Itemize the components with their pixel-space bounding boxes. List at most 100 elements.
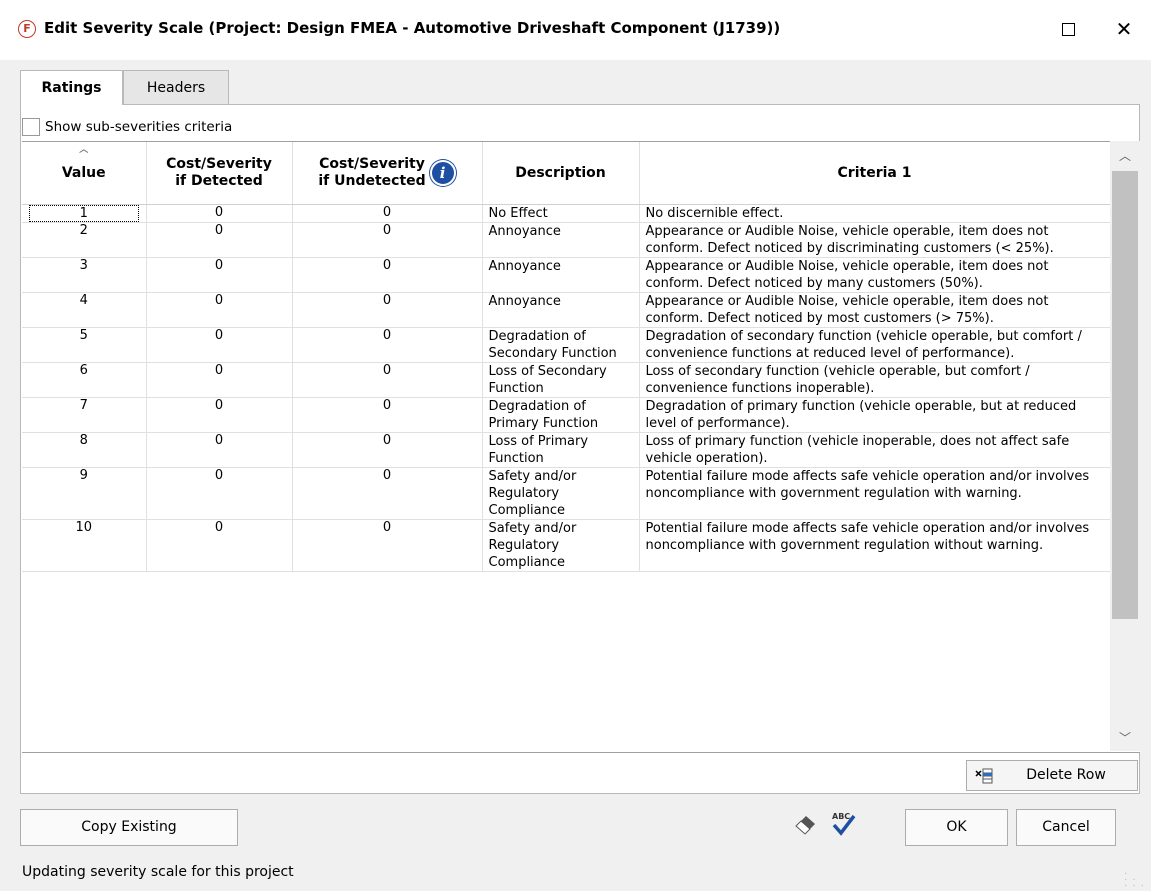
cell-criteria[interactable]: Loss of primary function (vehicle inoper… [639, 432, 1111, 468]
cell-cost-undetected[interactable]: 0 [292, 222, 483, 258]
cell-value[interactable]: 6 [22, 362, 147, 398]
cell-description[interactable]: No Effect [482, 204, 640, 223]
cell-cost-undetected[interactable]: 0 [292, 519, 483, 572]
tab-ratings[interactable]: Ratings [20, 70, 123, 105]
cost-undetected-label-line1: Cost/Severity [319, 156, 425, 172]
show-subseverities-checkbox[interactable] [22, 118, 40, 136]
table-row[interactable]: 2 0 0 Annoyance Appearance or Audible Noise,… [22, 222, 1111, 258]
cell-value[interactable]: 2 [22, 222, 147, 258]
cell-criteria[interactable]: Loss of secondary function (vehicle oper… [639, 362, 1111, 398]
column-header-cost-undetected[interactable]: Cost/Severity if Undetected i [292, 142, 483, 205]
cell-description[interactable]: Degradation of Primary Function [482, 397, 640, 433]
show-subseverities-option[interactable]: Show sub-severities criteria [22, 115, 232, 139]
cell-criteria[interactable]: Degradation of secondary function (vehic… [639, 327, 1111, 363]
cell-cost-undetected[interactable]: 0 [292, 257, 483, 293]
cost-undetected-label-line2: if Undetected [318, 173, 426, 189]
cell-value[interactable]: 10 [22, 519, 147, 572]
cell-value[interactable]: 5 [22, 327, 147, 363]
cell-cost-detected[interactable]: 0 [146, 222, 293, 258]
table-row[interactable]: 4 0 0 Annoyance Appearance or Audible Noise,… [22, 292, 1111, 328]
severity-table: ︿ Value Cost/Severity if Detected Cost/S… [22, 142, 1111, 572]
severity-table-body: 1 0 0 No Effect No discernible effect. 2 0 0 Ann… [22, 204, 1111, 572]
cell-description[interactable]: Annoyance [482, 222, 640, 258]
table-row[interactable]: 7 0 0 Degradation of Primary Function Degrad… [22, 397, 1111, 433]
cell-cost-undetected[interactable]: 0 [292, 362, 483, 398]
column-header-value[interactable]: ︿ Value [22, 142, 147, 205]
table-row[interactable]: 9 0 0 Safety and/or Regulatory Compliance Po… [22, 467, 1111, 520]
table-row[interactable]: 8 0 0 Loss of Primary Function Loss of prima… [22, 432, 1111, 468]
column-header-criteria[interactable]: Criteria 1 [639, 142, 1111, 205]
delete-row-icon [975, 768, 993, 784]
cell-description[interactable]: Annoyance [482, 257, 640, 293]
maximize-icon [1061, 22, 1075, 36]
table-row[interactable]: 3 0 0 Annoyance Appearance or Audible Noise,… [22, 257, 1111, 293]
cell-cost-detected[interactable]: 0 [146, 362, 293, 398]
cell-cost-detected[interactable]: 0 [146, 467, 293, 520]
status-text: Updating severity scale for this project [22, 864, 294, 880]
cell-description[interactable]: Safety and/or Regulatory Compliance [482, 519, 640, 572]
cell-value[interactable]: 4 [22, 292, 147, 328]
cell-cost-detected[interactable]: 0 [146, 519, 293, 572]
cell-cost-undetected[interactable]: 0 [292, 204, 483, 223]
tab-headers[interactable]: Headers [123, 70, 229, 104]
cell-value[interactable]: 9 [22, 467, 147, 520]
cell-value-focused: 1 [28, 205, 139, 222]
cell-description[interactable]: Safety and/or Regulatory Compliance [482, 467, 640, 520]
copy-existing-button[interactable]: Copy Existing [20, 809, 238, 846]
delete-row-button[interactable]: Delete Row [966, 760, 1138, 791]
eraser-icon[interactable] [793, 810, 819, 836]
table-row[interactable]: 1 0 0 No Effect No discernible effect. [22, 204, 1111, 223]
cell-criteria[interactable]: Appearance or Audible Noise, vehicle ope… [639, 257, 1111, 293]
cell-value[interactable]: 8 [22, 432, 147, 468]
maximize-button[interactable] [1053, 14, 1083, 44]
cell-criteria[interactable]: Potential failure mode affects safe vehi… [639, 467, 1111, 520]
cell-value[interactable]: 3 [22, 257, 147, 293]
cell-value[interactable]: 7 [22, 397, 147, 433]
close-button[interactable]: ✕ [1109, 14, 1139, 44]
vertical-scrollbar[interactable]: ︿ ﹀ [1110, 141, 1140, 751]
table-row[interactable]: 10 0 0 Safety and/or Regulatory Compliance P… [22, 519, 1111, 572]
cell-cost-undetected[interactable]: 0 [292, 432, 483, 468]
info-icon[interactable]: i [429, 160, 456, 186]
cell-cost-undetected[interactable]: 0 [292, 292, 483, 328]
cell-cost-detected[interactable]: 0 [146, 204, 293, 223]
cell-cost-undetected[interactable]: 0 [292, 397, 483, 433]
cell-description[interactable]: Loss of Primary Function [482, 432, 640, 468]
cell-cost-detected[interactable]: 0 [146, 257, 293, 293]
svg-text:ABC: ABC [832, 812, 850, 821]
show-subseverities-label: Show sub-severities criteria [45, 119, 233, 135]
column-header-cost-detected[interactable]: Cost/Severity if Detected [146, 142, 293, 205]
ok-button[interactable]: OK [905, 809, 1008, 846]
cell-cost-detected[interactable]: 0 [146, 327, 293, 363]
title-bar: F Edit Severity Scale (Project: Design F… [0, 0, 1151, 60]
cell-criteria[interactable]: Appearance or Audible Noise, vehicle ope… [639, 222, 1111, 258]
cell-criteria[interactable]: Potential failure mode affects safe vehi… [639, 519, 1111, 572]
cell-cost-detected[interactable]: 0 [146, 432, 293, 468]
cell-description[interactable]: Degradation of Secondary Function [482, 327, 640, 363]
scroll-up-arrow-icon[interactable]: ︿ [1110, 147, 1140, 167]
column-header-description[interactable]: Description [482, 142, 640, 205]
sort-ascending-icon: ︿ [79, 145, 89, 155]
cell-cost-undetected[interactable]: 0 [292, 467, 483, 520]
cell-criteria[interactable]: No discernible effect. [639, 204, 1111, 223]
table-row[interactable]: 5 0 0 Degradation of Secondary Function Degr… [22, 327, 1111, 363]
resize-grip-icon[interactable]: .. .. . . [1124, 867, 1145, 889]
scrollbar-thumb[interactable] [1112, 171, 1138, 619]
table-row[interactable]: 6 0 0 Loss of Secondary Function Loss of sec… [22, 362, 1111, 398]
delete-row-label: Delete Row [1026, 767, 1106, 783]
cell-value[interactable]: 1 [22, 204, 147, 223]
cell-description[interactable]: Loss of Secondary Function [482, 362, 640, 398]
scroll-down-arrow-icon[interactable]: ﹀ [1110, 729, 1140, 749]
cell-description[interactable]: Annoyance [482, 292, 640, 328]
cell-criteria[interactable]: Appearance or Audible Noise, vehicle ope… [639, 292, 1111, 328]
cell-cost-undetected[interactable]: 0 [292, 327, 483, 363]
window-title: Edit Severity Scale (Project: Design FME… [44, 19, 781, 37]
cancel-button[interactable]: Cancel [1016, 809, 1116, 846]
cell-cost-detected[interactable]: 0 [146, 397, 293, 433]
column-header-value-label: Value [61, 165, 106, 181]
severity-grid: ︿ Value Cost/Severity if Detected Cost/S… [22, 141, 1140, 753]
spellcheck-icon[interactable]: ABC [830, 810, 856, 836]
cell-cost-detected[interactable]: 0 [146, 292, 293, 328]
cost-detected-label-line2: if Detected [175, 173, 263, 189]
cell-criteria[interactable]: Degradation of primary function (vehicle… [639, 397, 1111, 433]
